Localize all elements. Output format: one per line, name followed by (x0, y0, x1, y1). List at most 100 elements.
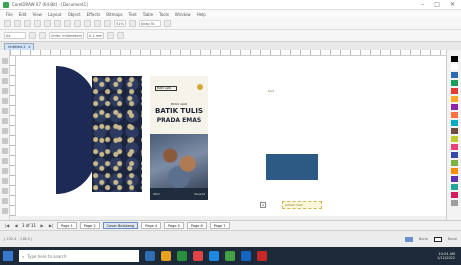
windows-start-icon[interactable] (3, 251, 13, 261)
freehand-tool-icon[interactable] (1, 98, 8, 104)
first-page-button[interactable]: |◀ (4, 223, 10, 229)
export-icon[interactable] (104, 20, 111, 27)
color-swatch[interactable] (451, 152, 458, 158)
system-tray[interactable]: 10:24 AM 1/12/2022 (437, 252, 461, 260)
color-swatch[interactable] (451, 168, 458, 174)
taskbar-search-box[interactable]: ⌕ Type here to search (19, 250, 139, 262)
drawing-canvas[interactable]: BUKU AJAR BUKU AJAR BATIK TULIS PRADA EM… (16, 56, 446, 216)
page-tab[interactable]: Page 2 (79, 222, 100, 229)
book-cover[interactable]: BUKU AJAR BUKU AJAR BATIK TULIS PRADA EM… (150, 76, 208, 200)
rectangle-tool-icon[interactable] (1, 118, 8, 124)
menu-effects[interactable]: Effects (87, 12, 101, 17)
color-swatch[interactable] (451, 72, 458, 78)
color-swatch[interactable] (451, 184, 458, 190)
powerpoint-icon[interactable] (257, 251, 267, 261)
color-swatch[interactable] (451, 88, 458, 94)
crop-tool-icon[interactable] (1, 78, 8, 84)
transparency-tool-icon[interactable] (1, 188, 8, 194)
connector-tool-icon[interactable] (1, 168, 8, 174)
edge-icon[interactable] (209, 251, 219, 261)
zoom-level-select[interactable]: 51% (114, 20, 126, 27)
color-swatch[interactable] (451, 200, 458, 206)
menu-edit[interactable]: Edit (19, 12, 27, 17)
cut-icon[interactable] (44, 20, 51, 27)
import-icon[interactable] (94, 20, 101, 27)
coreldraw-taskbar-icon[interactable] (177, 251, 187, 261)
portrait-icon[interactable] (29, 32, 36, 39)
redo-icon[interactable] (84, 20, 91, 27)
color-swatch[interactable] (451, 136, 458, 142)
menu-text[interactable]: Text (129, 12, 137, 17)
copy-icon[interactable] (54, 20, 61, 27)
page-tab[interactable]: Page 5 (164, 222, 184, 229)
polygon-tool-icon[interactable] (1, 138, 8, 144)
undo-icon[interactable] (74, 20, 81, 27)
task-view-icon[interactable] (145, 251, 155, 261)
landscape-icon[interactable] (39, 32, 46, 39)
menu-window[interactable]: Window (175, 12, 191, 17)
color-swatch[interactable] (451, 112, 458, 118)
parallel-dimension-icon[interactable] (1, 158, 8, 164)
print-icon[interactable] (34, 20, 41, 27)
zoom-tool-icon[interactable] (1, 88, 8, 94)
color-swatch[interactable] (451, 144, 458, 150)
last-page-button[interactable]: ▶| (48, 223, 54, 229)
menu-table[interactable]: Table (143, 12, 153, 17)
word-icon[interactable] (241, 251, 251, 261)
fill-color-indicator[interactable] (404, 236, 413, 242)
next-page-button[interactable]: ▶ (39, 223, 45, 229)
paste-icon[interactable] (64, 20, 71, 27)
open-icon[interactable] (14, 20, 21, 27)
close-button[interactable]: ✕ (450, 1, 455, 8)
page-tab[interactable]: Page 4 (141, 222, 162, 229)
menu-bitmaps[interactable]: Bitmaps (106, 12, 122, 17)
units-select[interactable]: Units: millimeters (49, 32, 84, 39)
color-swatch[interactable] (451, 64, 458, 70)
small-text-object[interactable]: text (268, 89, 274, 93)
dashed-text-box[interactable]: Artistic text (282, 201, 322, 209)
menu-file[interactable]: File (6, 12, 13, 17)
text-tool-icon[interactable] (1, 148, 8, 154)
navy-half-circle-shape[interactable] (56, 66, 96, 194)
color-swatch[interactable] (451, 56, 458, 62)
text-frame-icon[interactable]: A (260, 202, 266, 208)
page-tab-active[interactable]: Cover Belakang (102, 222, 139, 229)
chrome-icon[interactable] (193, 251, 203, 261)
maximize-button[interactable]: □ (434, 1, 440, 8)
new-icon[interactable] (4, 20, 11, 27)
ellipse-tool-icon[interactable] (1, 128, 8, 134)
page-tab[interactable]: Page 7 (209, 222, 230, 229)
menu-tools[interactable]: Tools (159, 12, 169, 17)
document-tab[interactable]: Untitled-1 x (4, 43, 35, 50)
artistic-media-icon[interactable] (1, 108, 8, 114)
page-tab[interactable]: Page 1 (57, 222, 77, 229)
color-swatch[interactable] (451, 120, 458, 126)
color-swatch[interactable] (451, 160, 458, 166)
blue-rectangle-shape[interactable] (266, 154, 318, 180)
color-swatch[interactable] (451, 128, 458, 134)
batik-pattern-image[interactable] (92, 76, 142, 192)
previous-page-button[interactable]: ◀ (13, 223, 19, 229)
menu-help[interactable]: Help (197, 12, 206, 17)
shape-tool-icon[interactable] (1, 68, 8, 74)
nudge-distance-field[interactable]: 0.1 mm (86, 32, 105, 39)
file-explorer-icon[interactable] (161, 251, 171, 261)
duplicate-distance-icon[interactable] (107, 32, 115, 39)
full-screen-icon[interactable] (128, 20, 136, 27)
excel-icon[interactable] (225, 251, 235, 261)
menu-object[interactable]: Object (68, 12, 81, 17)
menu-layout[interactable]: Layout (48, 12, 62, 17)
eyedropper-icon[interactable] (1, 198, 8, 204)
gear-icon[interactable] (163, 20, 171, 27)
color-swatch[interactable] (451, 192, 458, 198)
minimize-button[interactable]: – (421, 1, 424, 8)
menu-view[interactable]: View (32, 12, 42, 17)
snap-to-dropdown[interactable]: Snap To (138, 20, 161, 27)
interactive-fill-icon[interactable] (1, 208, 8, 214)
close-tab-icon[interactable]: x (28, 45, 30, 49)
color-swatch[interactable] (451, 96, 458, 102)
outline-color-indicator[interactable] (433, 236, 442, 242)
page-size-select[interactable]: A4 (4, 32, 26, 39)
pick-tool-icon[interactable] (1, 58, 8, 64)
color-swatch[interactable] (451, 176, 458, 182)
